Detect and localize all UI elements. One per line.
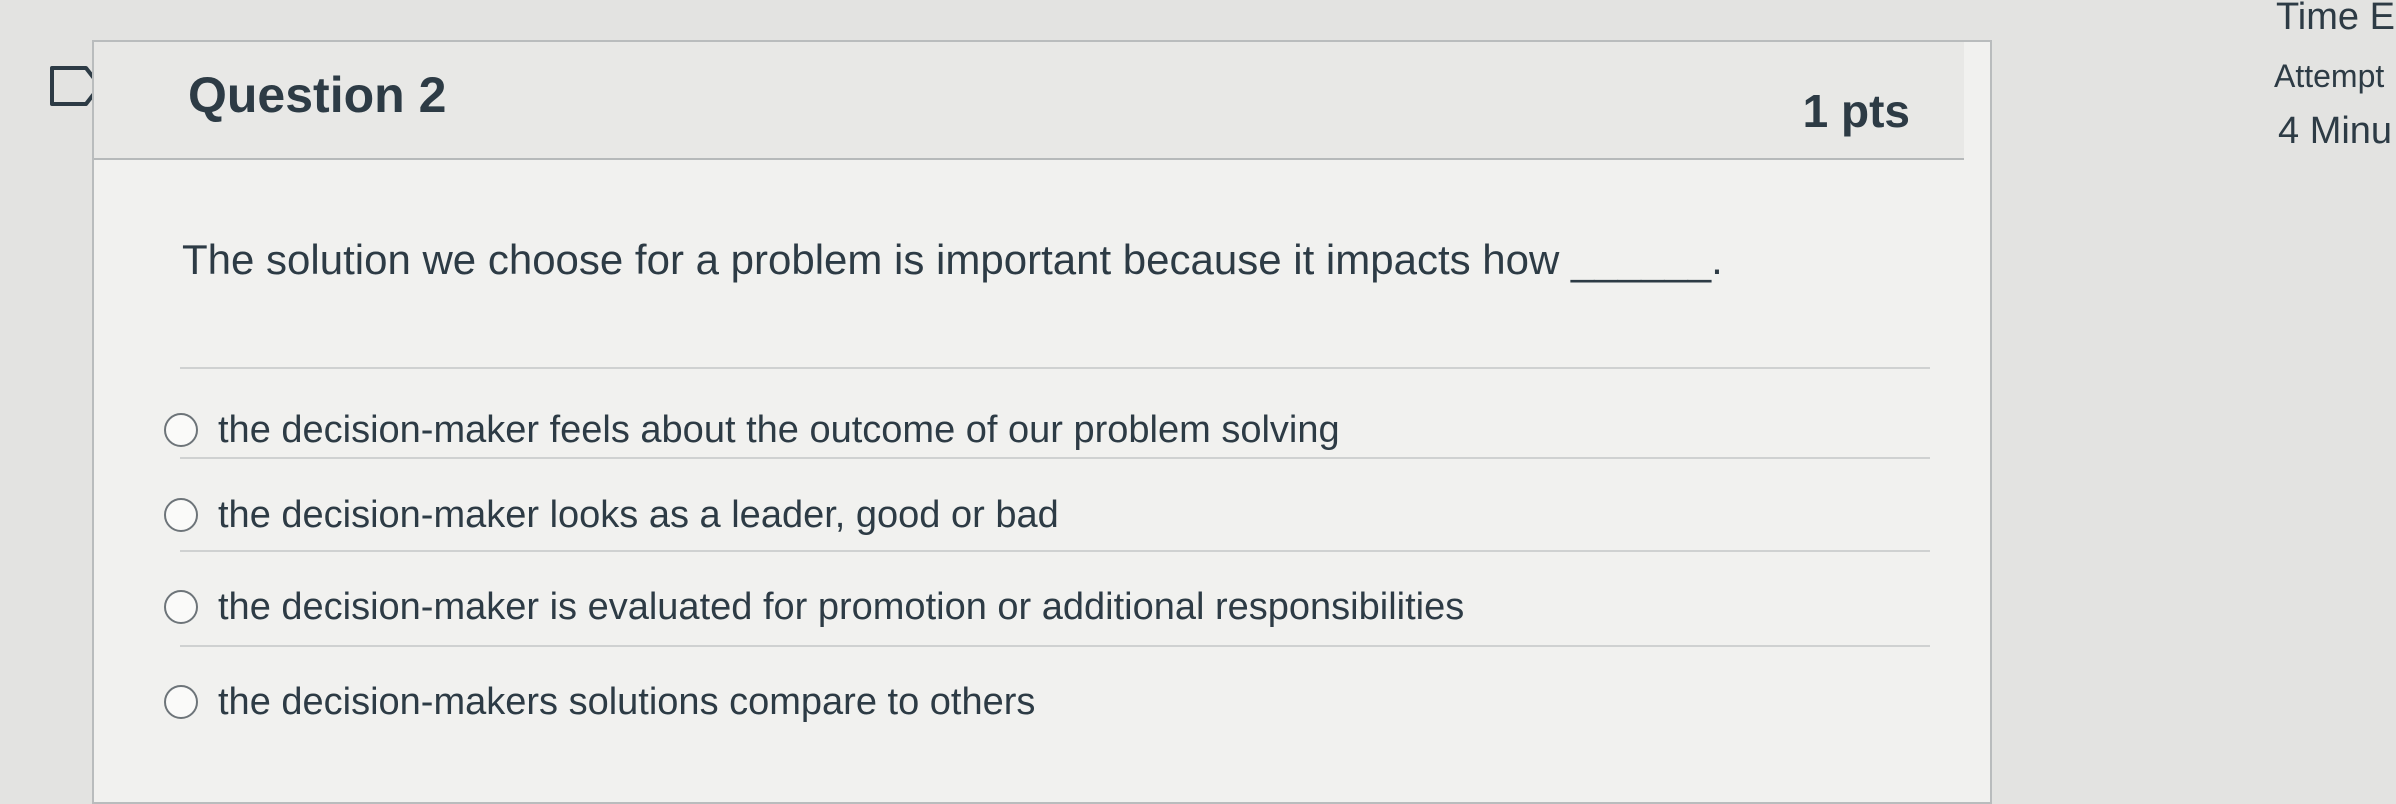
quiz-sidebar: Time E Attempt 4 Minu [2270,0,2396,804]
radio-unselected-icon[interactable] [164,413,198,447]
answer-label: the decision-makers solutions compare to… [218,680,1036,723]
minutes-value: 4 Minu [2278,110,2393,152]
answer-option-4[interactable]: the decision-makers solutions compare to… [164,672,1035,732]
question-text: The solution we choose for a problem is … [182,236,1723,283]
answer-option-3[interactable]: the decision-maker is evaluated for prom… [164,577,1464,637]
question-title: Question 2 [188,67,447,123]
answer-option-2[interactable]: the decision-maker looks as a leader, go… [164,485,1059,545]
radio-unselected-icon[interactable] [164,498,198,532]
answer-label: the decision-maker feels about the outco… [218,408,1340,451]
answer-label: the decision-maker looks as a leader, go… [218,493,1059,536]
answer-label: the decision-maker is evaluated for prom… [218,585,1465,628]
answer-divider [180,457,1930,459]
attempt-label: Attempt [2274,58,2385,94]
question-points: 1 pts [1802,85,1910,137]
answer-divider [180,645,1930,647]
radio-unselected-icon[interactable] [164,685,198,719]
answer-option-1[interactable]: the decision-maker feels about the outco… [164,400,1340,460]
question-header: Question 2 1 pts [94,42,1964,160]
answer-divider [180,550,1930,552]
question-card: Question 2 1 pts The solution we choose … [92,40,1992,804]
radio-unselected-icon[interactable] [164,590,198,624]
time-elapsed-label: Time E [2276,0,2395,38]
question-divider [180,367,1930,369]
